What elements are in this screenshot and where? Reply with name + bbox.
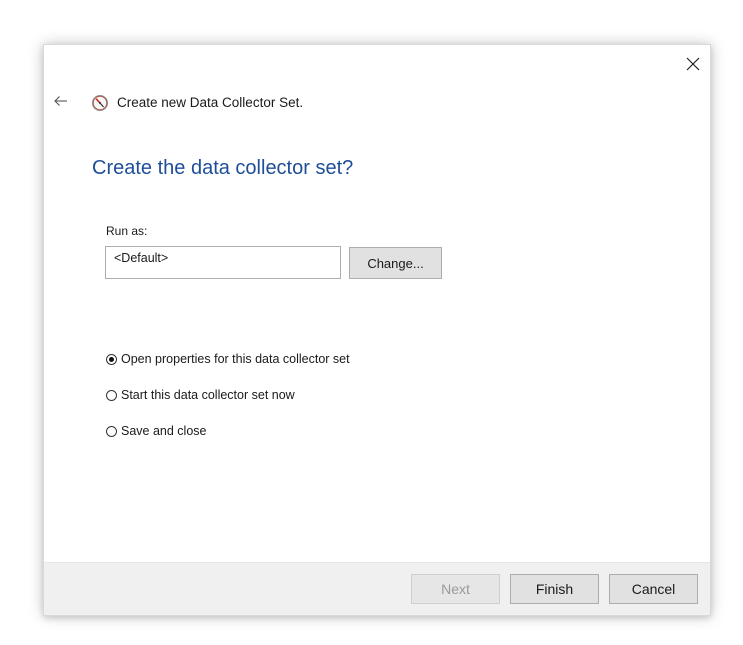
close-icon [686, 57, 700, 71]
radio-button-checked[interactable] [106, 353, 117, 365]
option-open-properties[interactable]: Open properties for this data collector … [106, 352, 350, 366]
dialog-footer: Next Finish Cancel [44, 562, 710, 615]
option-label: Save and close [121, 424, 207, 438]
option-label: Open properties for this data collector … [121, 352, 350, 366]
next-button[interactable]: Next [411, 574, 500, 604]
radio-button[interactable] [106, 389, 117, 401]
wizard-title: Create new Data Collector Set. [117, 95, 304, 110]
option-save-and-close[interactable]: Save and close [106, 424, 206, 438]
close-button[interactable] [682, 53, 704, 75]
page-heading: Create the data collector set? [92, 157, 354, 179]
change-button[interactable]: Change... [349, 247, 442, 279]
create-data-collector-set-dialog: Create new Data Collector Set. Create th… [43, 44, 711, 616]
option-start-now[interactable]: Start this data collector set now [106, 388, 295, 402]
back-button[interactable] [53, 93, 69, 109]
option-label: Start this data collector set now [121, 388, 295, 402]
back-arrow-icon [54, 96, 67, 106]
run-as-label: Run as: [106, 224, 148, 238]
radio-button[interactable] [106, 425, 117, 437]
run-as-field[interactable]: <Default> [105, 246, 341, 279]
finish-button[interactable]: Finish [510, 574, 599, 604]
performance-monitor-icon [91, 94, 109, 112]
cancel-button[interactable]: Cancel [609, 574, 698, 604]
